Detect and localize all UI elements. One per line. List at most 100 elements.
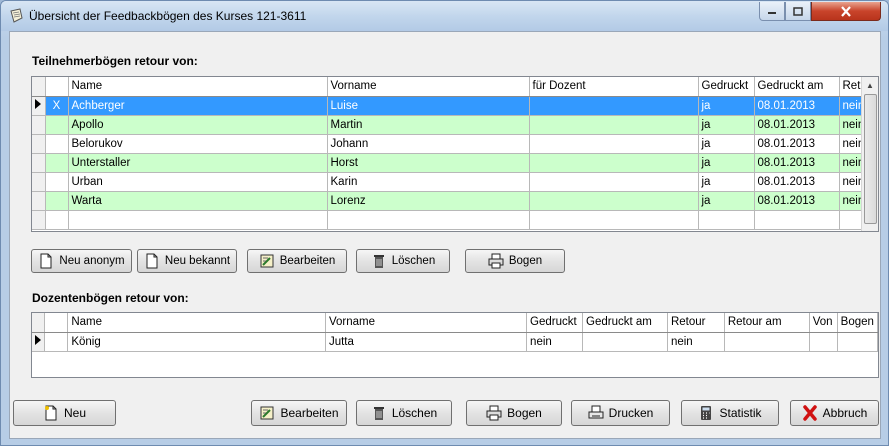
- cell-fuer-dozent[interactable]: [529, 191, 699, 211]
- cell-fuer-dozent[interactable]: [529, 172, 699, 192]
- cell-name[interactable]: Urban: [68, 172, 328, 192]
- column-header-name[interactable]: Name: [68, 77, 328, 97]
- participants-scrollbar[interactable]: ▲: [861, 77, 878, 231]
- drucken-button[interactable]: Drucken: [571, 400, 670, 426]
- table-row[interactable]: Urban Karin ja 08.01.2013 nein: [32, 172, 869, 192]
- cell-vorname[interactable]: Horst: [327, 153, 530, 173]
- cell-gedruckt-am[interactable]: 08.01.2013: [754, 134, 840, 154]
- column-header-gedruckt[interactable]: Gedruckt: [526, 313, 584, 333]
- cell-gedruckt-am[interactable]: 08.01.2013: [754, 115, 840, 135]
- row-marker: [44, 332, 69, 352]
- cell-vorname[interactable]: Luise: [327, 96, 530, 116]
- table-row[interactable]: Apollo Martin ja 08.01.2013 nein: [32, 115, 869, 135]
- row-indicator-header: [32, 313, 46, 333]
- participants-bearbeiten-button[interactable]: Bearbeiten: [247, 249, 347, 273]
- table-row[interactable]: Belorukov Johann ja 08.01.2013 nein: [32, 134, 869, 154]
- column-header-gedruckt[interactable]: Gedruckt: [698, 77, 755, 97]
- cell-gedruckt[interactable]: ja: [698, 96, 755, 116]
- cell-gedruckt-am[interactable]: 08.01.2013: [754, 172, 840, 192]
- column-header-gedruckt-am[interactable]: Gedruckt am: [582, 313, 668, 333]
- neu-button[interactable]: Neu: [13, 400, 116, 426]
- column-header-vorname[interactable]: Vorname: [327, 77, 530, 97]
- cell-gedruckt-am[interactable]: [582, 332, 668, 352]
- cell-gedruckt[interactable]: ja: [698, 115, 755, 135]
- column-header-name[interactable]: Name: [67, 313, 326, 333]
- cell-retour[interactable]: nein: [667, 332, 725, 352]
- printer-icon: [486, 405, 502, 421]
- row-indicator: [32, 191, 46, 211]
- cell-vorname[interactable]: Jutta: [325, 332, 528, 352]
- statistik-button[interactable]: Statistik: [681, 400, 779, 426]
- cell-fuer-dozent[interactable]: [529, 134, 699, 154]
- cell-name[interactable]: König: [67, 332, 326, 352]
- empty-cell: [529, 210, 699, 230]
- footer-loeschen-button[interactable]: Löschen: [356, 400, 452, 426]
- cell-von[interactable]: [809, 332, 838, 352]
- neu-anonym-button[interactable]: Neu anonym: [31, 249, 132, 273]
- cell-gedruckt[interactable]: ja: [698, 153, 755, 173]
- cell-name[interactable]: Achberger: [68, 96, 328, 116]
- empty-cell: [754, 210, 840, 230]
- cell-gedruckt-am[interactable]: 08.01.2013: [754, 96, 840, 116]
- row-indicator: [32, 153, 46, 173]
- table-row[interactable]: Warta Lorenz ja 08.01.2013 nein: [32, 191, 869, 211]
- scroll-thumb[interactable]: [864, 94, 877, 224]
- close-icon: [841, 5, 851, 17]
- cell-vorname[interactable]: Johann: [327, 134, 530, 154]
- participants-rows: X Achberger Luise ja 08.01.2013 nein Apollo Mar…: [32, 96, 869, 230]
- cell-name[interactable]: Apollo: [68, 115, 328, 135]
- cell-retour-am[interactable]: [724, 332, 810, 352]
- table-row[interactable]: König Jutta nein nein: [32, 332, 878, 352]
- cell-name[interactable]: Belorukov: [68, 134, 328, 154]
- neu-bekannt-label: Neu bekannt: [164, 255, 231, 267]
- new-document-icon: [40, 253, 52, 269]
- cell-name[interactable]: Unterstaller: [68, 153, 328, 173]
- column-header-retour[interactable]: Retour: [667, 313, 725, 333]
- cell-fuer-dozent[interactable]: [529, 153, 699, 173]
- footer-bogen-button[interactable]: Bogen: [466, 400, 562, 426]
- footer-bearbeiten-button[interactable]: Bearbeiten: [251, 400, 347, 426]
- cell-vorname[interactable]: Martin: [327, 115, 530, 135]
- cell-bogen[interactable]: [837, 332, 878, 352]
- maximize-button[interactable]: [785, 2, 811, 21]
- cell-vorname[interactable]: Lorenz: [327, 191, 530, 211]
- minimize-button[interactable]: [759, 2, 785, 21]
- column-header-gedruckt-am[interactable]: Gedruckt am: [754, 77, 840, 97]
- row-marker: [45, 115, 69, 135]
- trash-icon: [373, 255, 384, 268]
- calculator-icon: [701, 406, 712, 420]
- lecturers-grid[interactable]: Name Vorname Gedruckt Gedruckt am Retour…: [31, 312, 879, 378]
- participants-bogen-button[interactable]: Bogen: [465, 249, 565, 273]
- participants-grid[interactable]: Name Vorname für Dozent Gedruckt Gedruck…: [31, 76, 879, 232]
- participants-bogen-label: Bogen: [508, 255, 543, 267]
- cell-gedruckt[interactable]: nein: [526, 332, 584, 352]
- scroll-up-icon[interactable]: ▲: [862, 77, 878, 94]
- column-header-fuer-dozent[interactable]: für Dozent: [529, 77, 699, 97]
- title-bar[interactable]: Übersicht der Feedbackbögen des Kurses 1…: [1, 1, 888, 31]
- column-header-von[interactable]: Von: [809, 313, 838, 333]
- participants-loeschen-button[interactable]: Löschen: [356, 249, 450, 273]
- cell-gedruckt-am[interactable]: 08.01.2013: [754, 153, 840, 173]
- column-header-bogen[interactable]: Bogen: [837, 313, 878, 333]
- close-button[interactable]: [811, 2, 881, 21]
- column-header-vorname[interactable]: Vorname: [325, 313, 528, 333]
- cell-fuer-dozent[interactable]: [529, 96, 699, 116]
- column-header-retour-am[interactable]: Retour am: [724, 313, 810, 333]
- cell-gedruckt[interactable]: ja: [698, 191, 755, 211]
- cell-vorname[interactable]: Karin: [327, 172, 530, 192]
- cell-gedruckt-am[interactable]: 08.01.2013: [754, 191, 840, 211]
- cell-gedruckt[interactable]: ja: [698, 172, 755, 192]
- edit-icon: [260, 254, 274, 268]
- neu-anonym-label: Neu anonym: [59, 255, 125, 267]
- neu-bekannt-button[interactable]: Neu bekannt: [137, 249, 237, 273]
- lecturers-rows: König Jutta nein nein: [32, 332, 878, 352]
- empty-cell: [32, 210, 46, 230]
- cell-fuer-dozent[interactable]: [529, 115, 699, 135]
- empty-cell: [45, 210, 69, 230]
- abbruch-button[interactable]: Abbruch: [790, 400, 879, 426]
- row-marker: X: [45, 96, 69, 116]
- table-row[interactable]: X Achberger Luise ja 08.01.2013 nein: [32, 96, 869, 116]
- cell-name[interactable]: Warta: [68, 191, 328, 211]
- table-row[interactable]: Unterstaller Horst ja 08.01.2013 nein: [32, 153, 869, 173]
- cell-gedruckt[interactable]: ja: [698, 134, 755, 154]
